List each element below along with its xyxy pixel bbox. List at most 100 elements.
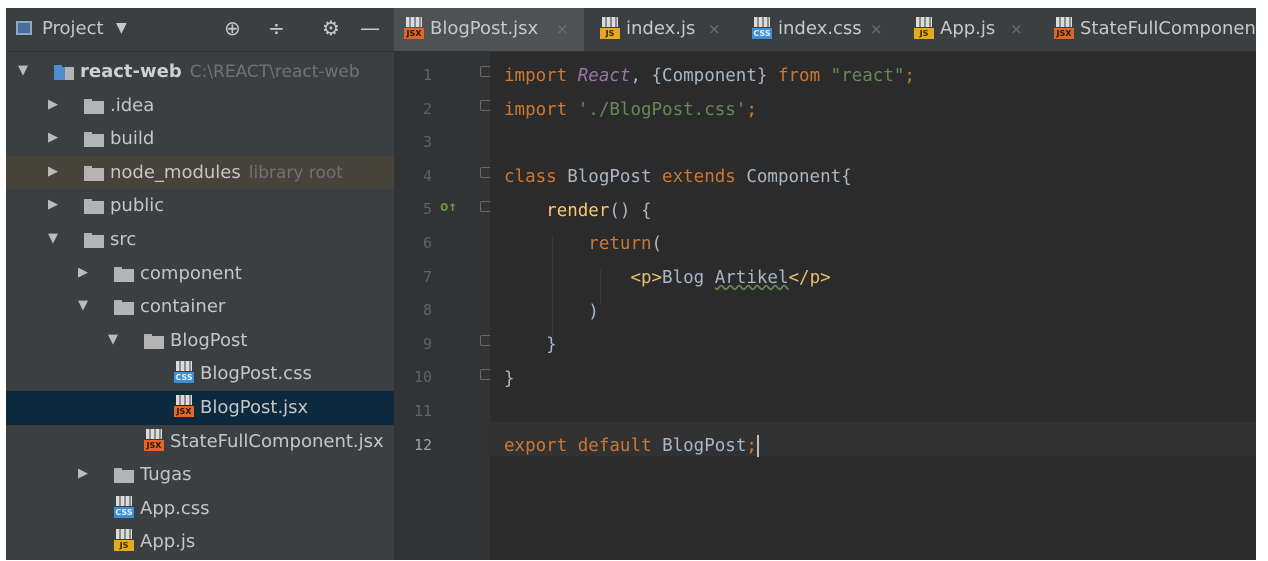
css-file-icon: CSS (752, 17, 772, 41)
chevron-down-icon[interactable]: ▼ (116, 20, 127, 36)
editor-tab-label: BlogPost.jsx (430, 18, 539, 39)
line-number: 2 (422, 99, 432, 118)
tree-item-label: App.js (140, 531, 196, 553)
collapsed-arrow-icon[interactable]: ▶ (48, 130, 58, 145)
tree-item-label: App.css (140, 497, 210, 519)
code-line-1: import React, {Component} from "react"; (504, 66, 915, 86)
tree-item[interactable]: ▶ component (6, 257, 394, 291)
editor-tab[interactable]: JS index.js × (590, 8, 740, 51)
tree-item[interactable]: ▼ react-web C:\REACT\react-web (6, 55, 394, 89)
tree-item[interactable]: ▶ node_modules library root (6, 155, 394, 190)
collapsed-arrow-icon[interactable]: ▶ (48, 197, 58, 212)
close-icon[interactable]: × (870, 20, 883, 38)
expanded-arrow-icon[interactable]: ▼ (48, 231, 58, 246)
gear-icon[interactable]: ⚙ (322, 16, 340, 40)
hide-panel-icon[interactable]: — (360, 16, 380, 40)
editor-tab[interactable]: CSS index.css × (742, 8, 902, 51)
tree-item-label: BlogPost.jsx (200, 396, 309, 418)
locate-icon[interactable]: ⊕ (224, 16, 241, 40)
js-file-icon: JS (600, 17, 620, 41)
editor-tab-label: StateFullComponen (1080, 18, 1256, 39)
code-line-12: export default BlogPost; (504, 435, 759, 457)
code-line-8: ) (504, 302, 599, 322)
tree-item[interactable]: ▶ public (6, 189, 394, 223)
collapse-all-icon[interactable]: ÷ (268, 16, 285, 40)
line-number: 6 (422, 234, 432, 252)
tree-item-hint: C:\REACT\react-web (189, 62, 360, 82)
tree-item-label: BlogPost.css (200, 363, 312, 385)
tree-item[interactable]: ▼ BlogPost (6, 324, 394, 358)
tree-item[interactable]: ▶ Tugas (6, 458, 394, 492)
code-line-9: } (504, 335, 557, 355)
tree-item-label: node_modules library root (110, 161, 343, 183)
tree-item[interactable]: JS App.js (6, 525, 394, 559)
tree-item-label: container (140, 296, 226, 318)
project-view-selector[interactable]: Project (42, 18, 104, 39)
folder-icon (144, 333, 164, 349)
tree-item-label: BlogPost (170, 329, 248, 351)
line-number: 8 (422, 301, 432, 320)
line-number: 11 (413, 402, 432, 420)
tree-item-hint: library root (248, 162, 343, 183)
override-marker-icon[interactable]: o↑ (440, 199, 457, 215)
jsx-file-icon: JSX (144, 428, 164, 453)
collapsed-arrow-icon[interactable]: ▶ (78, 466, 88, 481)
ide-window: Project ▼ ⊕ ÷ ⚙ — ▼ react-web C:\REACT\rea… (6, 8, 1256, 560)
editor-tab-label: App.js (940, 18, 996, 39)
tree-item[interactable]: JSX StateFullComponent.jsx (6, 425, 394, 459)
expanded-arrow-icon[interactable]: ▼ (108, 332, 118, 347)
code-line-7: <p>Blog Artikel</p> (630, 268, 831, 288)
line-number: 10 (413, 368, 432, 387)
js-file-icon: JS (114, 529, 134, 553)
code-line-5: render() { (546, 201, 652, 221)
close-icon[interactable]: × (556, 20, 569, 38)
code-editor[interactable]: import React, {Component} from "react"; … (490, 52, 1256, 560)
editor-tab[interactable]: JSX BlogPost.jsx × (394, 8, 584, 51)
close-icon[interactable]: × (708, 20, 721, 38)
editor-tab[interactable]: JS App.js × (904, 8, 1042, 51)
tree-item[interactable]: CSS App.css (6, 492, 394, 526)
folder-icon (84, 132, 104, 148)
folder-icon (114, 300, 134, 316)
tree-item-label: src (110, 228, 137, 250)
tree-item[interactable]: ▶ .idea (6, 89, 394, 123)
collapsed-arrow-icon[interactable]: ▶ (48, 97, 58, 112)
tree-item[interactable]: CSS BlogPost.css (6, 357, 394, 391)
line-number: 12 (413, 435, 432, 454)
tree-item-label: component (140, 262, 242, 284)
tree-item[interactable]: ▶ build (6, 122, 394, 156)
tree-item-label: public (110, 195, 165, 217)
line-number: 1 (422, 66, 432, 84)
tree-item[interactable]: JSX BlogPost.jsx (6, 390, 394, 425)
folder-icon (84, 232, 104, 248)
tree-item-label: .idea (110, 94, 155, 116)
expanded-arrow-icon[interactable]: ▼ (18, 63, 28, 78)
line-number: 5 (422, 200, 432, 219)
editor-tab-label: index.css (778, 18, 862, 39)
tree-item-label: react-web C:\REACT\react-web (80, 61, 360, 82)
folder-icon (84, 98, 104, 114)
tree-item[interactable]: ▼ src (6, 223, 394, 257)
tree-item-label: StateFullComponent.jsx (170, 430, 384, 452)
editor-tab-label: index.js (626, 18, 696, 39)
jsx-file-icon: JSX (404, 17, 424, 41)
project-window-icon (16, 21, 32, 35)
folder-icon (114, 266, 134, 282)
project-panel: Project ▼ ⊕ ÷ ⚙ — ▼ react-web C:\REACT\rea… (6, 8, 394, 560)
code-line-10: } (504, 369, 515, 389)
code-line-6: return( (588, 234, 663, 254)
close-icon[interactable]: × (1010, 20, 1023, 38)
line-number: 7 (422, 267, 432, 286)
project-panel-header: Project ▼ ⊕ ÷ ⚙ — (6, 8, 394, 52)
collapsed-arrow-icon[interactable]: ▶ (78, 265, 88, 280)
jsx-file-icon: JSX (1054, 17, 1074, 41)
css-file-icon: CSS (114, 495, 134, 520)
expanded-arrow-icon[interactable]: ▼ (78, 298, 88, 313)
folder-icon (114, 468, 134, 484)
editor-tab[interactable]: JSX StateFullComponen (1044, 8, 1256, 51)
line-number: 3 (422, 133, 432, 152)
tree-item[interactable]: ▼ container (6, 290, 394, 324)
collapsed-arrow-icon[interactable]: ▶ (48, 164, 58, 179)
line-number: 4 (422, 166, 432, 185)
line-number: 9 (422, 334, 432, 353)
